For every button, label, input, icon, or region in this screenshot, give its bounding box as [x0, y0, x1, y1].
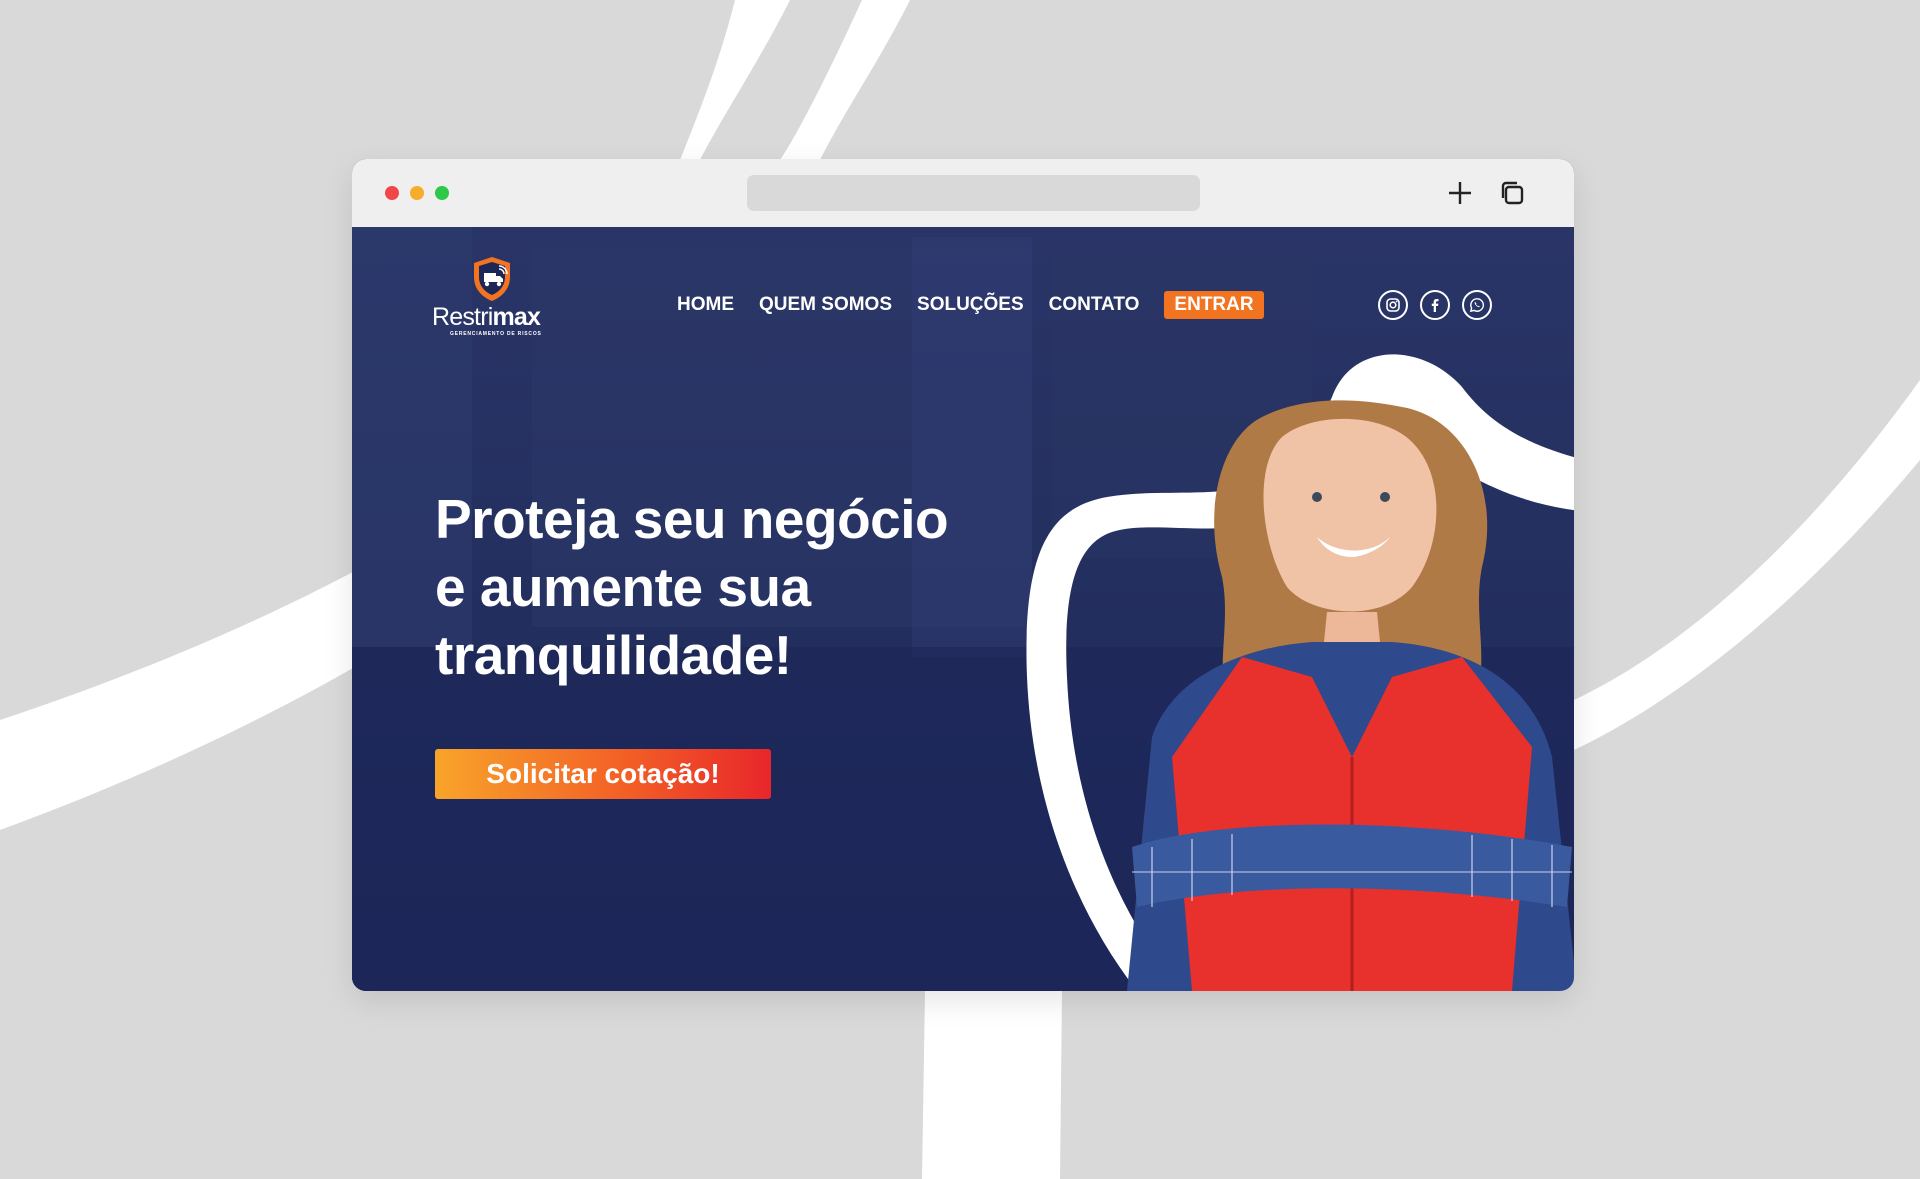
copy-icon[interactable] — [1497, 178, 1527, 208]
logo-wordmark: Restrimax — [432, 303, 560, 332]
headline-line-3: tranquilidade! — [435, 624, 792, 686]
facebook-icon — [1431, 299, 1439, 312]
logo-name-light: Restri — [432, 303, 493, 331]
facebook-link[interactable] — [1420, 290, 1450, 320]
whatsapp-link[interactable] — [1462, 290, 1492, 320]
entrar-button[interactable]: ENTRAR — [1164, 291, 1264, 319]
nav-quem-somos[interactable]: QUEM SOMOS — [759, 294, 892, 316]
browser-window: Restrimax GERENCIAMENTO DE RISCOS HOME Q… — [352, 159, 1574, 991]
address-bar[interactable] — [747, 175, 1200, 211]
instagram-link[interactable] — [1378, 290, 1408, 320]
shield-truck-logo-icon — [474, 257, 510, 301]
minimize-window-button[interactable] — [410, 186, 424, 200]
hero-section: Restrimax GERENCIAMENTO DE RISCOS HOME Q… — [352, 227, 1574, 991]
main-nav: HOME QUEM SOMOS SOLUÇÕES CONTATO ENTRAR — [677, 290, 1264, 320]
hero-headline: Proteja seu negócio e aumente sua tranqu… — [435, 485, 995, 689]
browser-toolbar — [352, 159, 1574, 227]
headline-line-1: Proteja seu negócio — [435, 488, 949, 550]
nav-contato[interactable]: CONTATO — [1049, 294, 1140, 316]
whatsapp-icon — [1469, 298, 1485, 313]
logo-tagline: GERENCIAMENTO DE RISCOS — [450, 331, 542, 337]
maximize-window-button[interactable] — [435, 186, 449, 200]
headline-line-2: e aumente sua — [435, 556, 811, 618]
nav-solucoes[interactable]: SOLUÇÕES — [917, 294, 1024, 316]
solicitar-cotacao-button[interactable]: Solicitar cotação! — [435, 749, 771, 799]
logo-name-bold: max — [492, 303, 541, 331]
woman-photo — [1127, 400, 1574, 991]
social-links — [1378, 290, 1504, 320]
instagram-icon — [1386, 298, 1400, 312]
nav-home[interactable]: HOME — [677, 294, 734, 316]
close-window-button[interactable] — [385, 186, 399, 200]
plus-icon[interactable] — [1445, 178, 1475, 208]
restrimax-logo[interactable]: Restrimax GERENCIAMENTO DE RISCOS — [432, 255, 560, 339]
